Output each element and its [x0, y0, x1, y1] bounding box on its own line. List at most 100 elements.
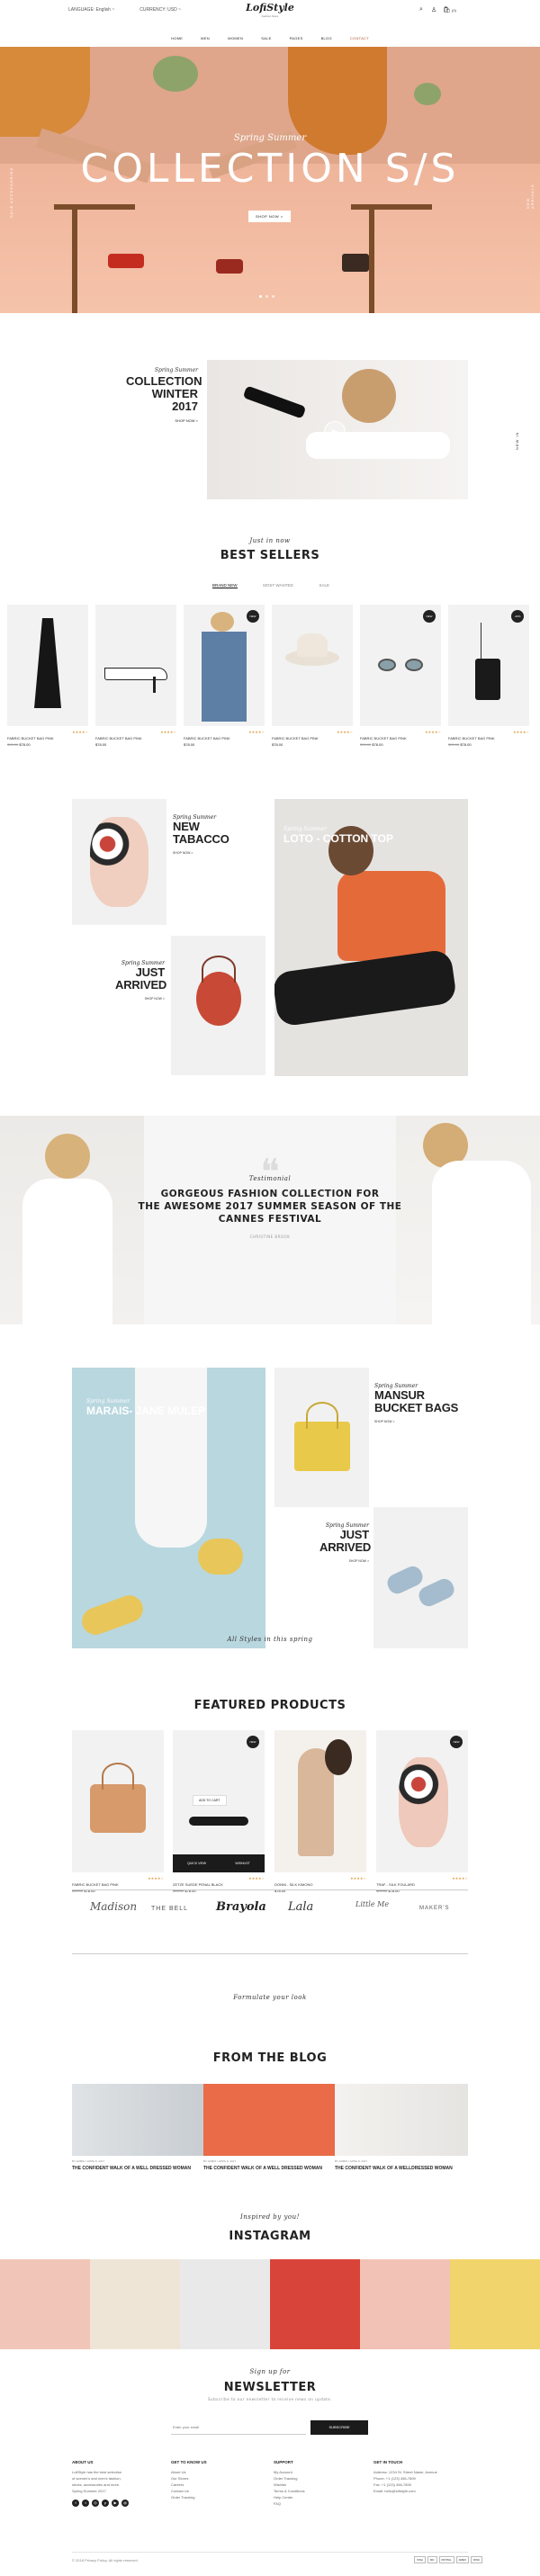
promo-link[interactable]: SHOP NOW > [374, 1420, 458, 1423]
nav-sale[interactable]: SALE [261, 36, 271, 40]
add-to-cart-button[interactable]: ADD TO CART [193, 1795, 227, 1806]
product-image[interactable] [272, 605, 353, 726]
product-name[interactable]: DONNI - SILK KIMONO [274, 1882, 366, 1887]
blog-post-title[interactable]: THE CONFIDENT WALK OF A WELLDRESSED WOMA… [335, 2166, 468, 2172]
instagram-photo[interactable] [450, 2259, 540, 2349]
product-image[interactable] [72, 1730, 164, 1872]
email-icon[interactable]: @ [122, 2500, 129, 2507]
tab-brand-new[interactable]: BRAND NEW [212, 583, 238, 588]
featured-product-card[interactable]: NEW ★★★★☆ TRAF - SILK FOULARD $95.00 $78… [376, 1730, 468, 1893]
hero-left-label[interactable]: SALE ACCESSORIES [9, 167, 14, 218]
product-name[interactable]: FABRIC BUCKET BAG PINK [360, 736, 441, 740]
nav-women[interactable]: WOMEN [228, 36, 243, 40]
product-image[interactable]: ADD TO CART QUICK VIEW WISHLIST NEW [173, 1730, 265, 1872]
footer-link[interactable]: Order Tracking [274, 2475, 355, 2482]
footer-link[interactable]: FAQ [274, 2500, 355, 2507]
blog-post-title[interactable]: THE CONFIDENT WALK OF A WELL DRESSED WOM… [203, 2166, 337, 2172]
product-name[interactable]: FABRIC BUCKET BAG PINK [72, 1882, 164, 1887]
brand-logo[interactable]: MAKER'S [419, 1906, 449, 1911]
blog-post[interactable]: BY ADMIN / APRIL 8, 2017 THE CONFIDENT W… [203, 2084, 337, 2172]
footer-link[interactable]: Terms & Conditions [274, 2488, 355, 2494]
brand-logo[interactable]: THE BELL [151, 1906, 188, 1912]
footer-link[interactable]: About Us [171, 2469, 252, 2475]
promo-link[interactable]: SHOP NOW > [320, 1559, 369, 1563]
product-name[interactable]: FABRIC BUCKET BAG PINK [95, 736, 176, 740]
footer-link[interactable]: Our Stores [171, 2475, 252, 2482]
brand-logo[interactable]: Madison [90, 1900, 137, 1913]
quick-view-button[interactable]: QUICK VIEW [187, 1862, 206, 1865]
hero-shop-button[interactable]: SHOP NOW > [248, 211, 291, 222]
product-name[interactable]: FABRIC BUCKET BAG PINK [272, 736, 353, 740]
promo-link[interactable]: SHOP NOW > [115, 997, 165, 1001]
blog-post[interactable]: BY ADMIN / APRIL 8, 2017 THE CONFIDENT W… [72, 2084, 205, 2172]
featured-product-card[interactable]: ADD TO CART QUICK VIEW WISHLIST NEW ★★★★… [173, 1730, 265, 1893]
instagram-photo[interactable] [90, 2259, 180, 2349]
brand-logo[interactable]: Lala [288, 1900, 313, 1914]
promo-blue-sandals-image[interactable] [374, 1507, 468, 1648]
footer-link[interactable]: Wishlist [274, 2482, 355, 2488]
nav-blog[interactable]: BLOG [321, 36, 332, 40]
blog-post[interactable]: BY ADMIN / APRIL 8, 2017 THE CONFIDENT W… [335, 2084, 468, 2172]
product-image[interactable]: NEW [184, 605, 265, 726]
product-card[interactable]: ★★★★☆ FABRIC BUCKET BAG PINK $78.00 [272, 605, 353, 747]
pinterest-icon[interactable]: p [102, 2500, 109, 2507]
blog-post-title[interactable]: THE CONFIDENT WALK OF A WELL DRESSED WOM… [72, 2166, 205, 2172]
nav-pages[interactable]: PAGES [290, 36, 303, 40]
newsletter-email-input[interactable] [171, 2420, 306, 2435]
instagram-photo[interactable] [360, 2259, 450, 2349]
product-image[interactable]: NEW [376, 1730, 468, 1872]
product-card[interactable]: NEW ★★★★☆ FABRIC BUCKET BAG PINK $95.00 … [360, 605, 441, 747]
wishlist-button[interactable]: WISHLIST [235, 1862, 250, 1865]
brand-logo[interactable]: Little Me [356, 1900, 389, 1908]
video-thumbnail[interactable]: ▶ [207, 360, 468, 499]
promo-cotton-top-image[interactable]: Spring Summer LOTO - COTTON TOP [274, 799, 468, 1076]
video-promo-link[interactable]: SHOP NOW > [126, 418, 198, 423]
blog-image[interactable] [335, 2084, 468, 2156]
play-icon[interactable]: ▶ [324, 421, 346, 443]
nav-men[interactable]: MEN [201, 36, 210, 40]
currency-selector[interactable]: CURRENCY: USD ~ [140, 7, 181, 13]
product-name[interactable]: FABRIC BUCKET BAG PINK [184, 736, 265, 740]
facebook-icon[interactable]: f [72, 2500, 79, 2507]
footer-link[interactable]: Order Tracking [171, 2494, 252, 2500]
product-name[interactable]: FABRIC BUCKET BAG PINK [448, 736, 529, 740]
tab-most-wanted[interactable]: MOST WANTED [263, 583, 293, 588]
promo-mules-image[interactable]: Spring Summer MARAIS- JANE MULEP [72, 1368, 266, 1648]
site-logo[interactable]: LofiStyle [243, 2, 297, 13]
subscribe-button[interactable]: SUBSCRIBE [310, 2420, 368, 2435]
nav-contact[interactable]: CONTACT [350, 36, 369, 40]
product-image[interactable] [7, 605, 88, 726]
instagram-photo[interactable] [0, 2259, 90, 2349]
footer-link[interactable]: Help Center [274, 2494, 355, 2500]
tab-sale[interactable]: SALE [319, 583, 329, 588]
cart-icon[interactable]: 🛍 [443, 6, 451, 13]
promo-scarf-image[interactable] [72, 799, 166, 925]
blog-image[interactable] [203, 2084, 337, 2156]
language-selector[interactable]: LANGUAGE: English ~ [68, 7, 114, 13]
slider-dots[interactable] [259, 295, 274, 298]
instagram-icon[interactable]: ◎ [92, 2500, 99, 2507]
promo-link[interactable]: SHOP NOW > [173, 851, 230, 855]
promo-yellow-bag-image[interactable] [274, 1368, 369, 1507]
footer-link[interactable]: Contact Us [171, 2488, 252, 2494]
product-name[interactable]: FABRIC BUCKET BAG PINK [7, 736, 88, 740]
instagram-photo[interactable] [270, 2259, 360, 2349]
footer-link[interactable]: My Account [274, 2469, 355, 2475]
promo-bag-image[interactable] [171, 936, 266, 1075]
product-image[interactable] [95, 605, 176, 726]
product-card[interactable]: ★★★★☆ FABRIC BUCKET BAG PINK $78.00 [95, 605, 176, 747]
footer-link[interactable]: Careers [171, 2482, 252, 2488]
brand-logo[interactable]: Brayola [216, 1900, 266, 1914]
nav-home[interactable]: HOME [171, 36, 183, 40]
product-card[interactable]: NEW ★★★★☆ FABRIC BUCKET BAG PINK $78.00 [184, 605, 265, 747]
blog-image[interactable] [72, 2084, 205, 2156]
product-image[interactable]: -20% [448, 605, 529, 726]
product-image[interactable] [274, 1730, 366, 1872]
product-name[interactable]: ZETZE SUEDE PENAL BLACK [173, 1882, 265, 1887]
product-card[interactable]: -20% ★★★★☆ FABRIC BUCKET BAG PINK $95.00… [448, 605, 529, 747]
product-name[interactable]: TRAF - SILK FOULARD [376, 1882, 468, 1887]
product-card[interactable]: ★★★★☆ FABRIC BUCKET BAG PINK $95.00 $78.… [7, 605, 88, 747]
featured-product-card[interactable]: ★★★★☆ DONNI - SILK KIMONO $78.00 [274, 1730, 366, 1893]
twitter-icon[interactable]: t [82, 2500, 89, 2507]
youtube-icon[interactable]: ▶ [112, 2500, 119, 2507]
